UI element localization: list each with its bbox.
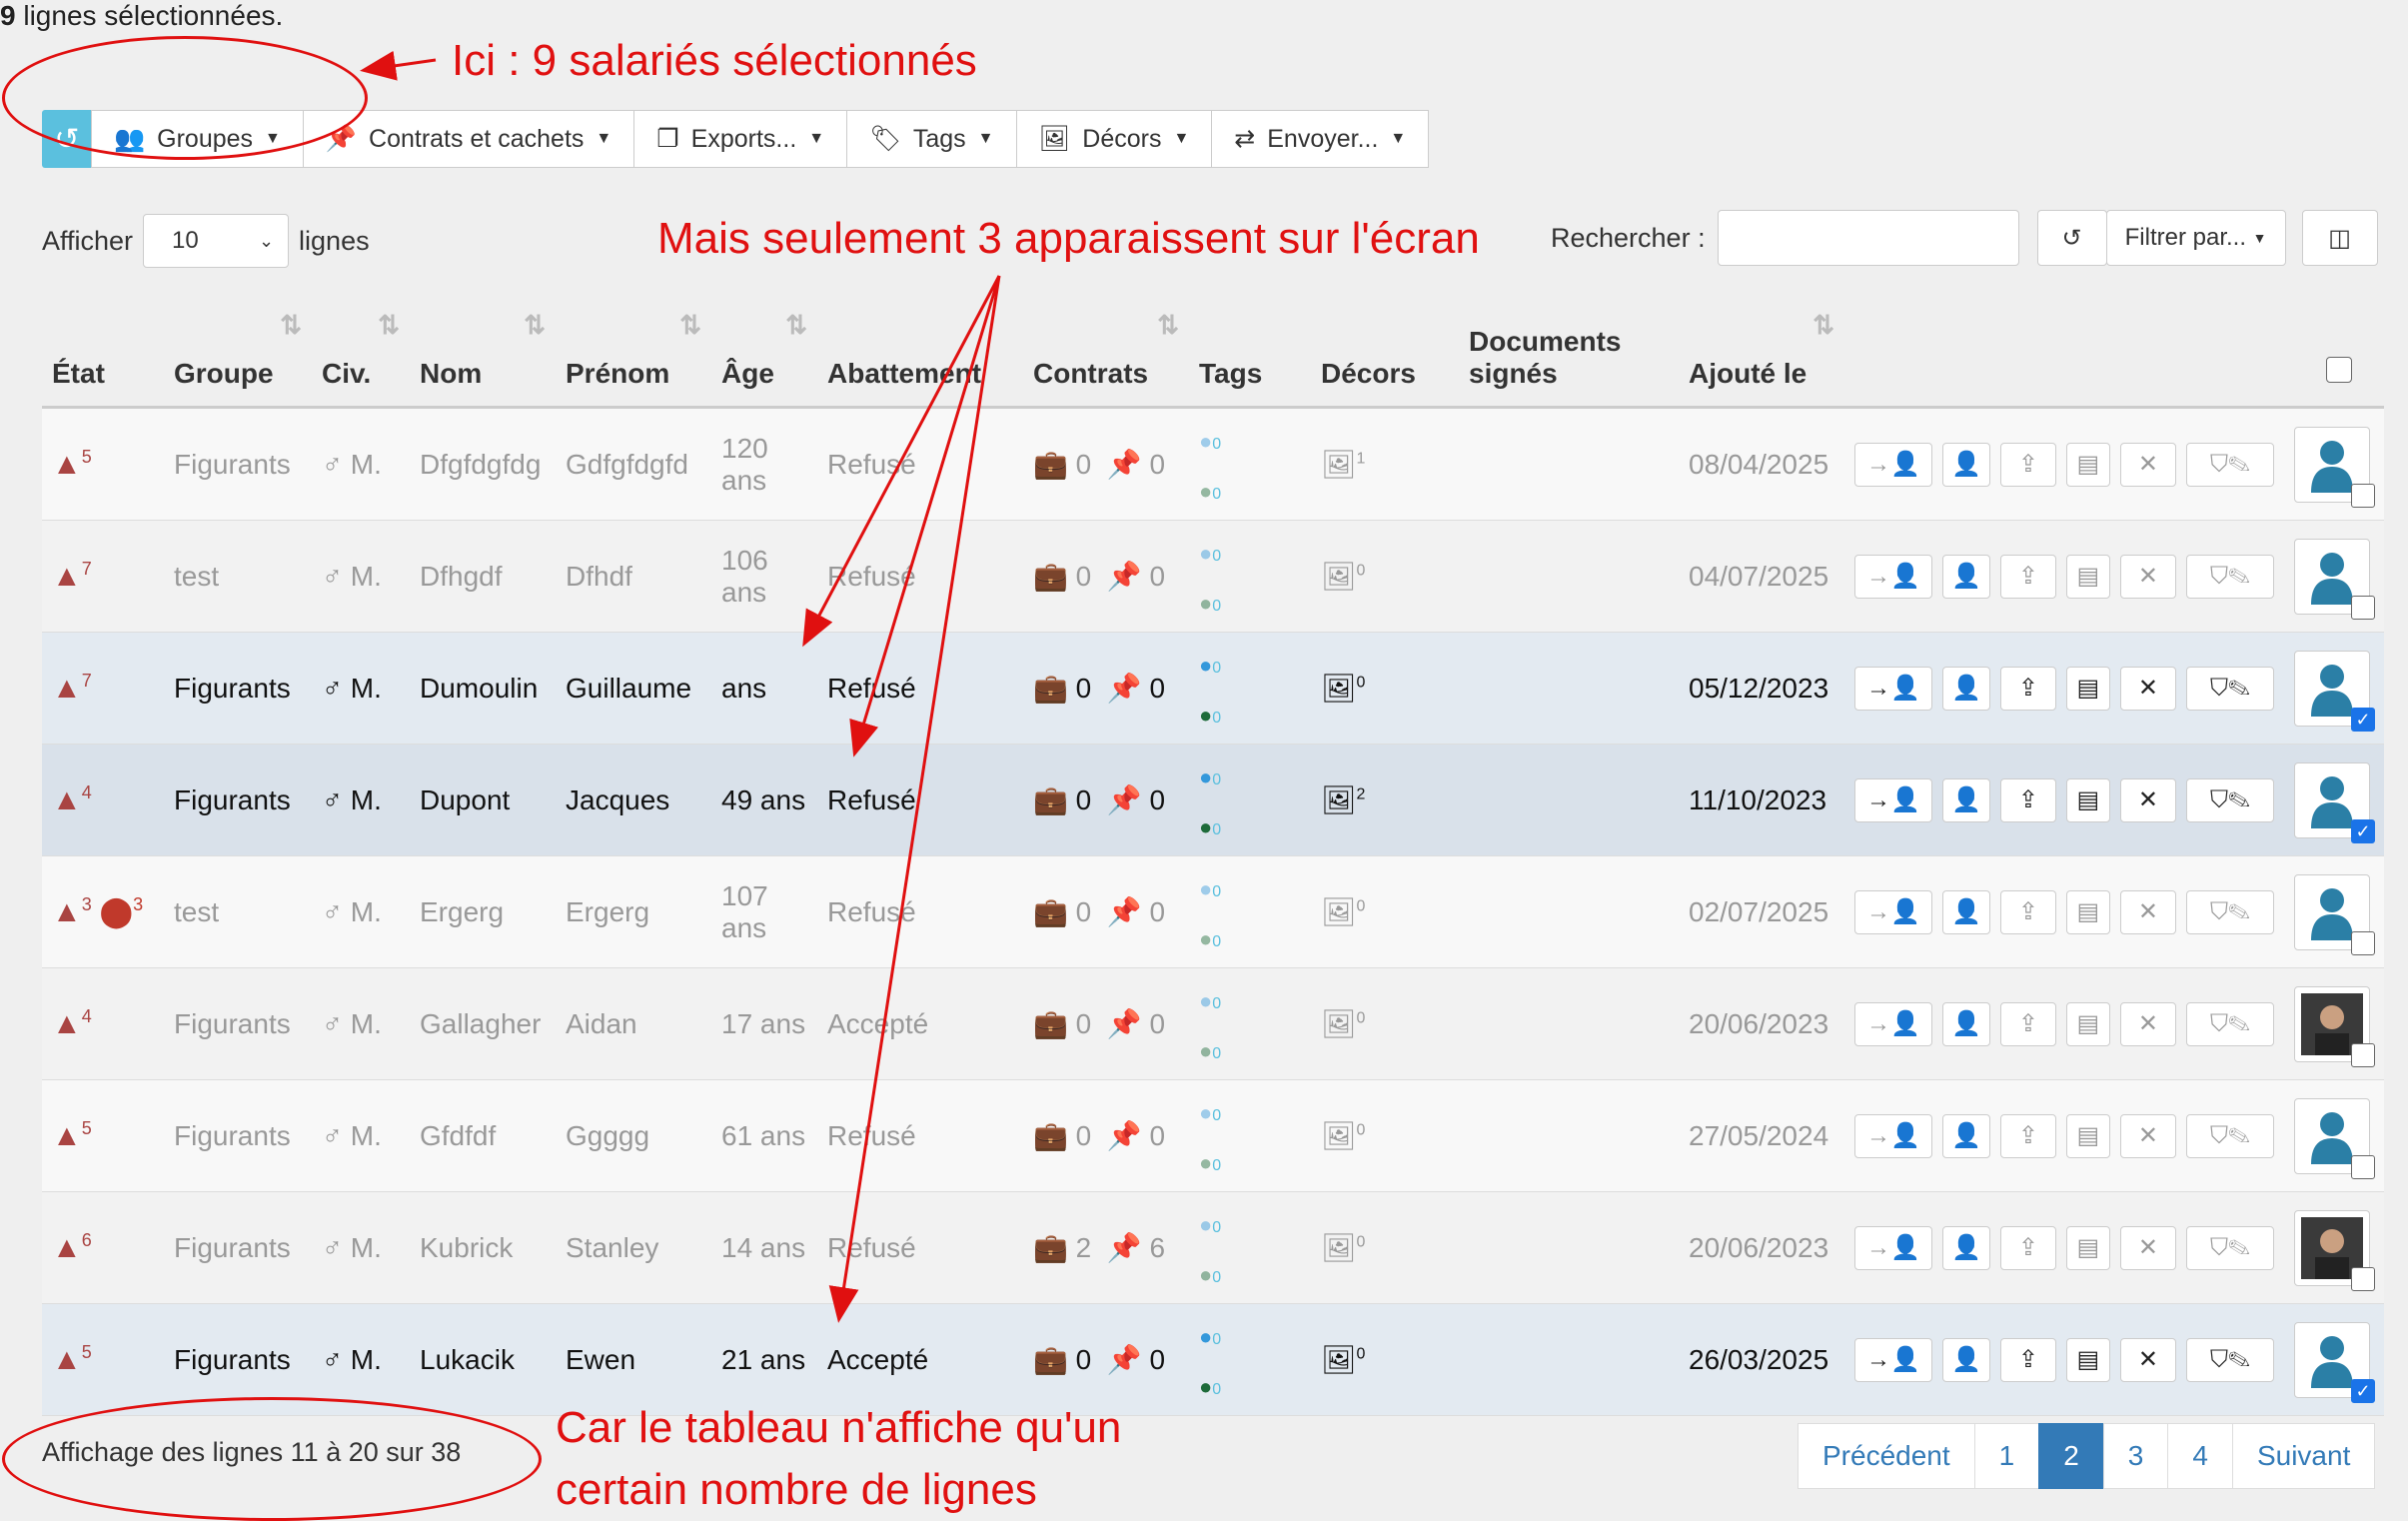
arrow-to-dupont xyxy=(849,275,1001,758)
arrow-to-lukacik xyxy=(828,275,1001,1323)
arrow-to-selection xyxy=(360,50,437,81)
annotation-arrows xyxy=(360,50,1001,1323)
